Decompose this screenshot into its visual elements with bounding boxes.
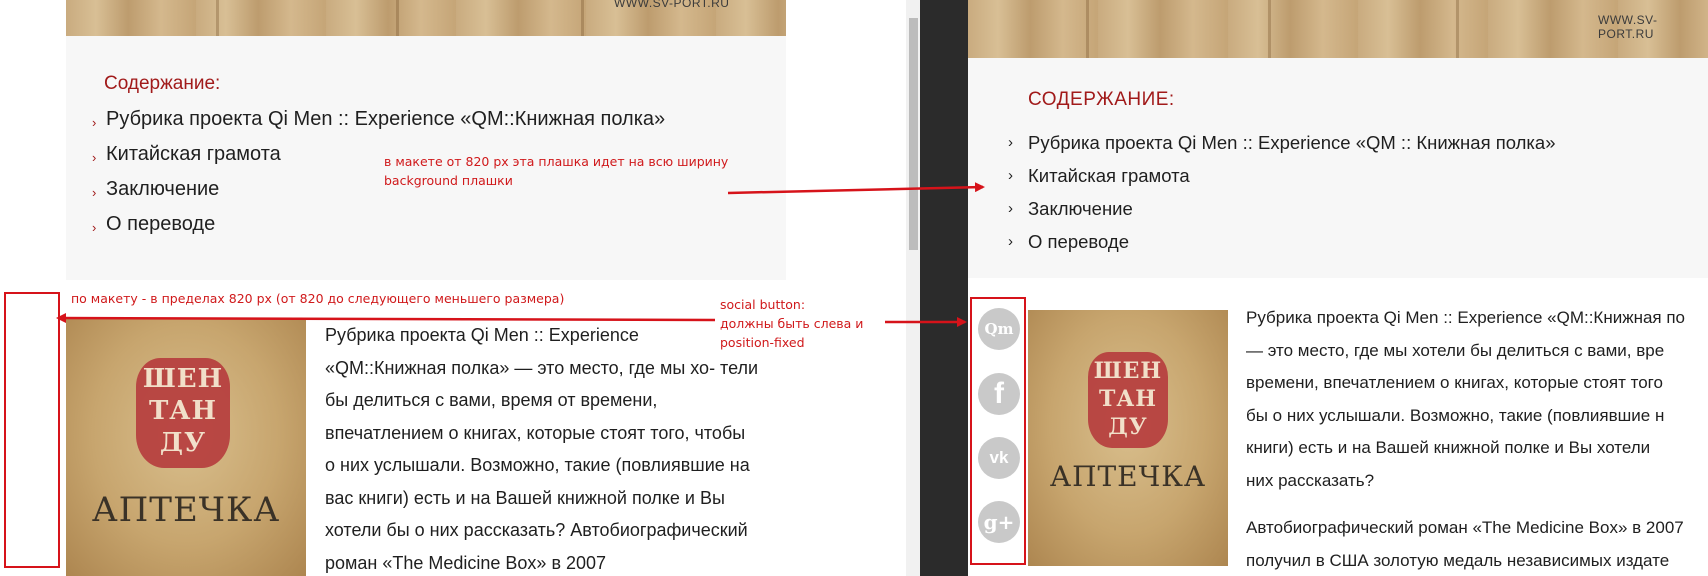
- arrow-social-to-left: [56, 313, 716, 324]
- arrow-toc-to-right: [727, 182, 985, 195]
- annotation-arrows: [56, 182, 985, 327]
